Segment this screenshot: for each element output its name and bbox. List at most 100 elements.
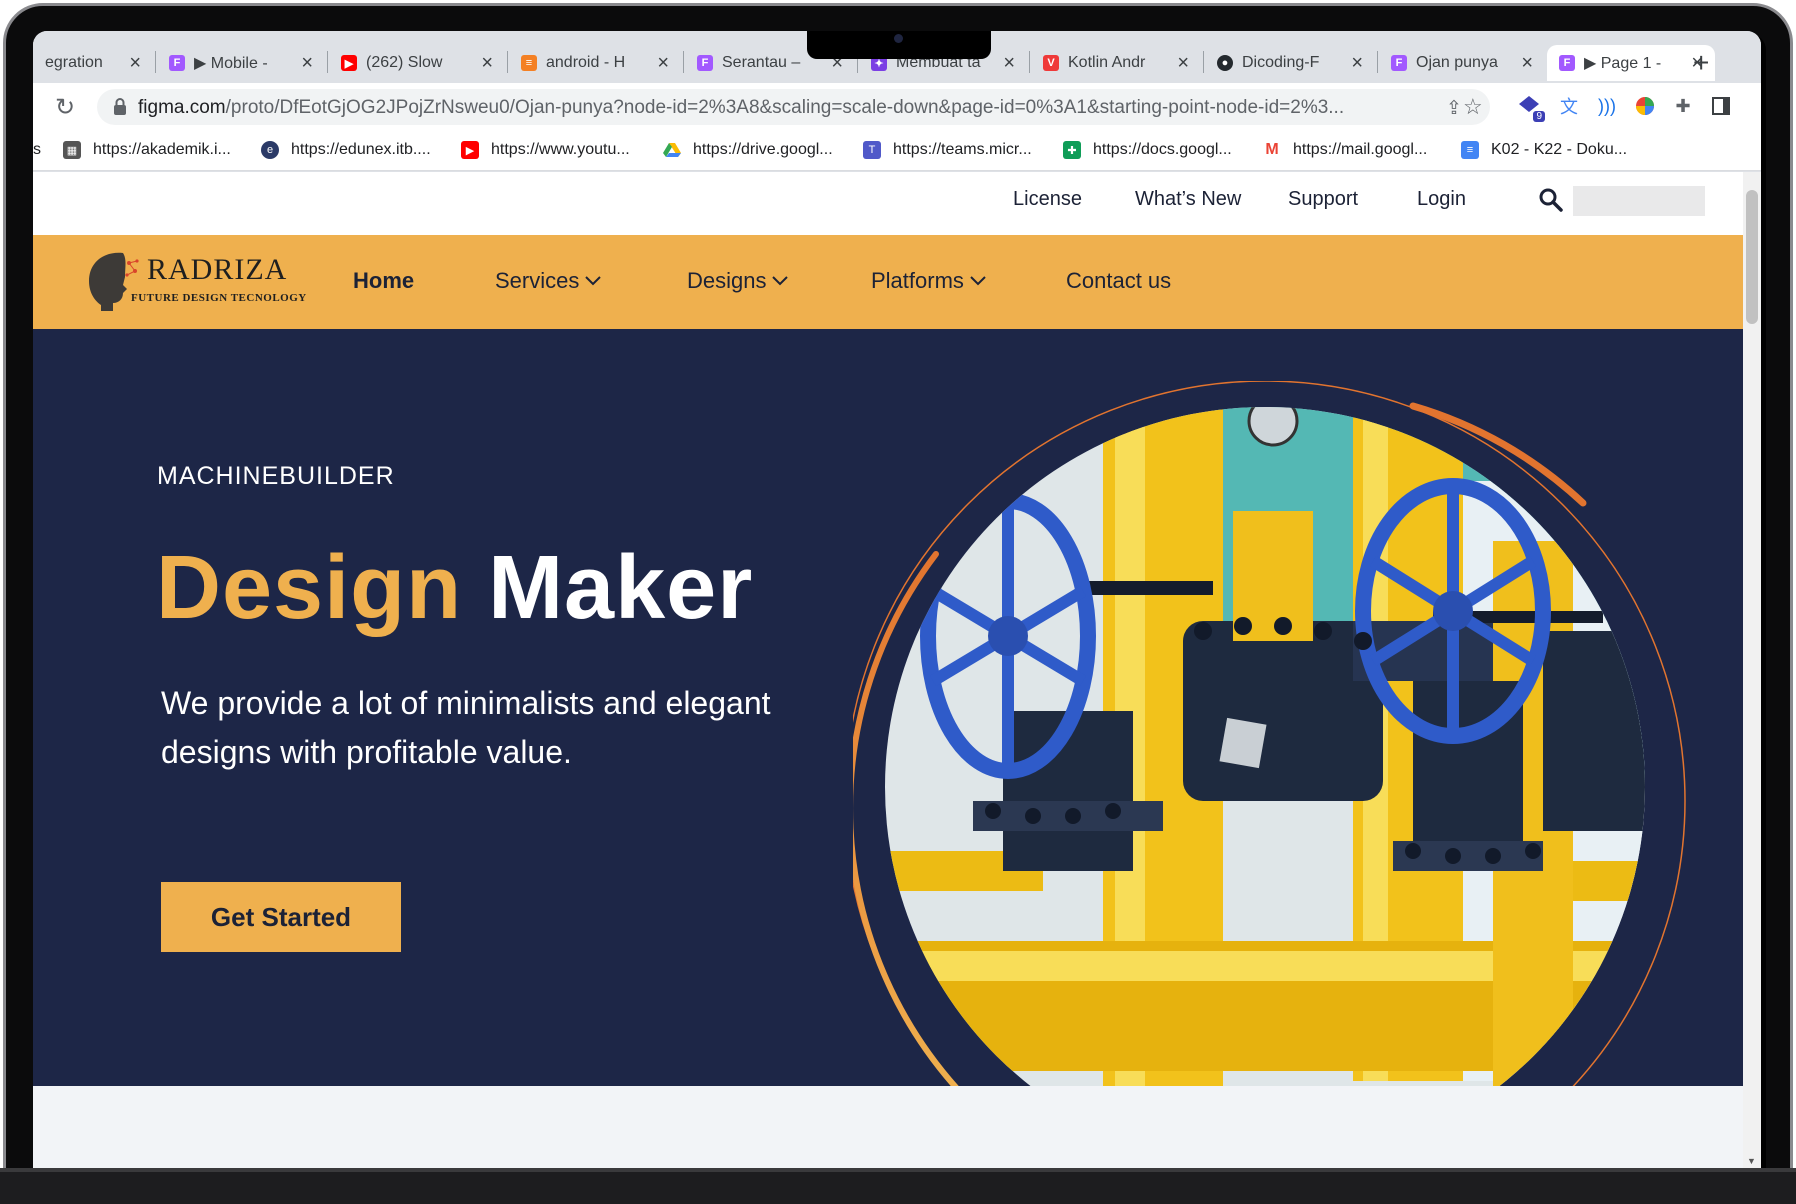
hero-illustration [853,381,1686,1086]
close-icon[interactable]: × [1351,52,1363,75]
side-panel-icon[interactable] [1709,94,1733,118]
bookmark-item[interactable]: ▶ https://www.youtu... [461,141,630,159]
close-icon[interactable]: × [1003,52,1015,75]
close-icon[interactable]: × [481,52,493,75]
valves-photo [885,407,1645,1086]
next-section [33,1086,1743,1168]
bookmark-item[interactable]: e https://edunex.itb.... [261,141,431,159]
camera-notch [807,31,991,59]
share-icon[interactable]: ⇪ [1446,97,1462,120]
tab-title: ▶ Mobile - [194,55,268,72]
license-link[interactable]: License [1013,188,1082,211]
browser-tab[interactable]: ▶ (262) Slow × [329,45,505,81]
laptop-base [0,1168,1796,1204]
bookmark-item[interactable]: ≡ K02 - K22 - Doku... [1461,141,1627,159]
hero-headline: Design Maker [156,538,754,638]
bookmark-item[interactable]: s [33,141,41,159]
close-icon[interactable]: × [1521,52,1533,75]
browser-tab[interactable]: ≡ android - H × [509,45,681,81]
color-picker-icon[interactable] [1633,94,1657,118]
tab-title: (262) Slow [366,54,443,71]
browser-tab[interactable]: ● Dicoding-F × [1205,45,1375,81]
nav-contact[interactable]: Contact us [1066,268,1171,294]
read-aloud-icon[interactable]: ))) [1595,94,1619,118]
page-scrollbar[interactable]: ▼ [1743,172,1761,1168]
google-drive-icon [663,143,681,157]
reload-icon[interactable]: ↻ [55,93,75,122]
site-logo[interactable]: RADRIZA FUTURE DESIGN TECNOLOGY [83,249,323,313]
close-icon[interactable]: × [657,52,669,75]
translate-icon[interactable]: 文 [1557,94,1581,118]
tab-title: egration [45,54,103,71]
lock-icon [114,98,126,115]
google-sheets-icon: ✚ [1063,141,1081,159]
tab-title: Dicoding-F [1242,54,1320,71]
nav-platforms[interactable]: Platforms [871,268,986,294]
url-text[interactable]: figma.com/proto/DfEotGjOG2JPojZrNsweu0/O… [138,97,1438,119]
nav-services[interactable]: Services [495,268,602,294]
main-navbar: RADRIZA FUTURE DESIGN TECNOLOGY Home Ser… [33,235,1743,329]
browser-tab[interactable]: F Ojan punya × [1379,45,1545,81]
browser-tab-active[interactable]: F ▶ Page 1 - × [1547,45,1715,81]
chevron-down-icon [772,276,789,286]
tab-title: android - H [546,54,626,71]
google-docs-icon: ≡ [1461,141,1479,159]
support-link[interactable]: Support [1288,188,1358,211]
close-icon[interactable]: × [129,52,141,75]
browser-tab[interactable]: V Kotlin Andr × [1031,45,1201,81]
logo-wordmark: RADRIZA [147,253,288,286]
bookmark-star-icon[interactable]: ☆ [1463,94,1483,120]
browser-tab[interactable]: F ▶ Mobile - × [157,45,325,81]
get-started-button[interactable]: Get Started [161,882,401,952]
browser-tab[interactable]: egration × [33,45,153,81]
browser-window: egration × F ▶ Mobile - × ▶ (262) Slow ×… [33,31,1761,1168]
address-bar[interactable]: figma.com/proto/DfEotGjOG2JPojZrNsweu0/O… [97,89,1490,125]
youtube-icon: ▶ [461,141,479,159]
stackoverflow-icon: ≡ [521,55,537,71]
bookmark-item[interactable]: https://drive.googl... [663,141,833,159]
new-tab-button[interactable]: + [1693,47,1709,79]
tab-title: Ojan punya [1416,54,1498,71]
chevron-down-icon [970,276,986,286]
youtube-icon: ▶ [341,55,357,71]
bookmarks-bar: s ▦ https://akademik.i... e https://edunex… [33,131,1761,171]
hero-eyebrow: MACHINEBUILDER [157,462,395,490]
extension-badge: 9 [1533,111,1545,122]
extension-icon[interactable]: 9 [1517,94,1545,122]
tab-title: Kotlin Andr [1068,54,1146,71]
browser-toolbar: ↻ figma.com/proto/DfEotGjOG2JPojZrNsweu0… [33,83,1761,131]
login-link[interactable]: Login [1417,188,1466,211]
bookmark-item[interactable]: ▦ https://akademik.i... [63,141,231,159]
bookmark-item[interactable]: Mhttps://mail.googl... [1263,141,1427,159]
search-icon[interactable] [1537,186,1565,214]
hero-section: MACHINEBUILDER Design Maker We provide a… [33,329,1743,1086]
figma-icon: F [697,55,713,71]
close-icon[interactable]: × [1177,52,1189,75]
utility-bar: License What’s New Support Login [33,172,1743,235]
chevron-down-icon [585,276,602,286]
gmail-icon: M [1263,141,1281,159]
figma-icon: F [1391,55,1407,71]
tab-title: ▶ Page 1 - [1584,55,1662,72]
camera-icon [894,34,903,43]
bookmark-item[interactable]: ✚ https://docs.googl... [1063,141,1232,159]
github-icon: ● [1217,55,1233,71]
scroll-down-arrow-icon[interactable]: ▼ [1747,1156,1756,1166]
vivaldi-icon: V [1043,55,1059,71]
nav-designs[interactable]: Designs [687,268,789,294]
edunex-icon: e [261,141,279,159]
whats-new-link[interactable]: What’s New [1135,188,1241,211]
close-icon[interactable]: × [301,52,313,75]
hero-description: We provide a lot of minimalists and eleg… [161,685,771,770]
page-viewport: License What’s New Support Login RADRIZA… [33,172,1743,1168]
figma-icon: F [169,55,185,71]
search-input[interactable] [1573,186,1705,216]
akademik-icon: ▦ [63,141,81,159]
scrollbar-thumb[interactable] [1746,190,1758,324]
extensions-puzzle-icon[interactable]: ✚ [1671,94,1695,118]
figma-icon: F [1559,55,1575,71]
bookmark-item[interactable]: Thttps://teams.micr... [863,141,1032,159]
nav-home[interactable]: Home [353,268,414,294]
teams-icon: T [863,141,881,159]
logo-tagline: FUTURE DESIGN TECNOLOGY [131,292,307,304]
